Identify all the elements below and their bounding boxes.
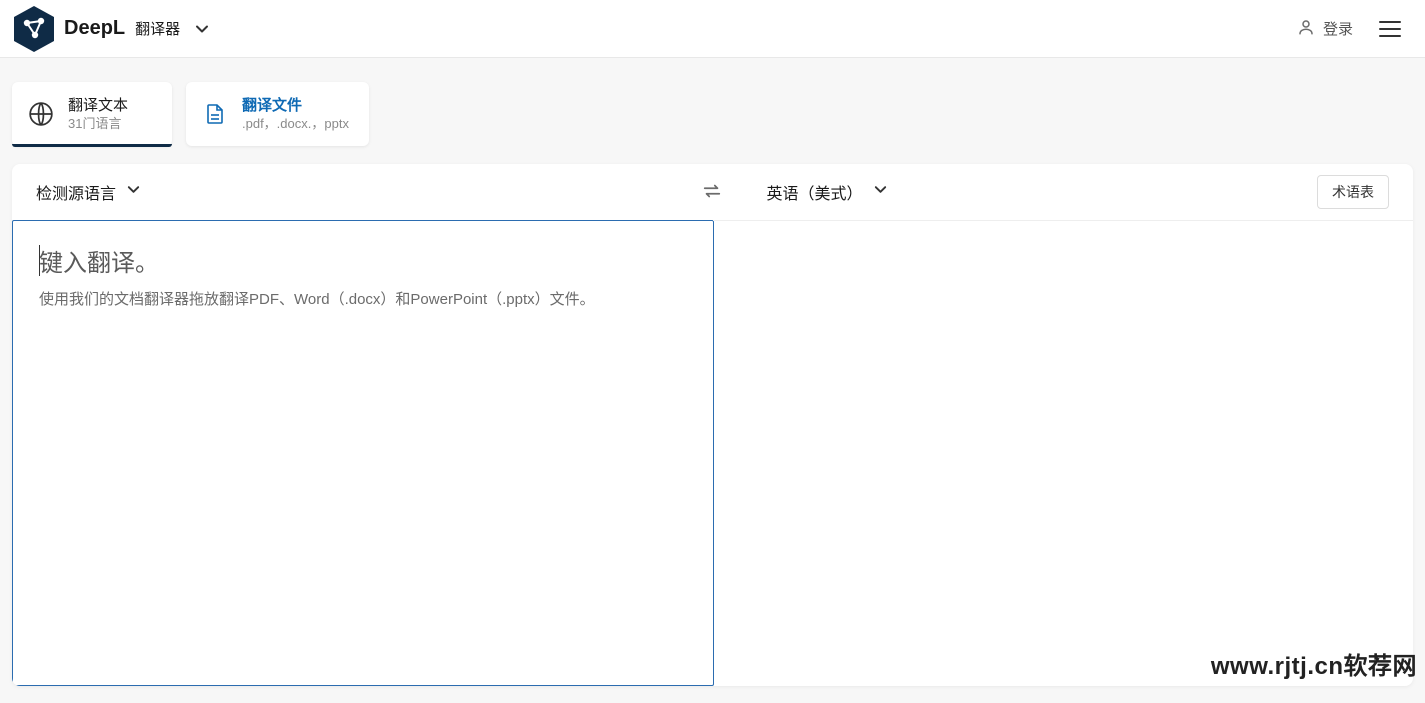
brand-name: DeepL [64,17,125,40]
tab-subtitle: .pdf，.docx.，pptx [242,116,349,133]
chevron-down-icon [194,21,210,37]
translator-panel: 检测源语言 英语（美式） [12,164,1413,686]
brand-subtitle: 翻译器 [135,18,180,39]
document-icon [202,101,228,127]
menu-button[interactable] [1375,17,1405,41]
chevron-down-icon [126,182,141,202]
target-lang-dropdown[interactable]: 英语（美式） [767,180,888,204]
target-text-output [713,220,1414,686]
target-lang-label: 英语（美式） [767,180,863,204]
login-label: 登录 [1323,18,1353,39]
source-text-input[interactable]: 键入翻译。 使用我们的文档翻译器拖放翻译PDF、Word（.docx）和Powe… [12,220,714,686]
tab-title: 翻译文件 [242,96,349,116]
tab-subtitle: 31门语言 [68,116,128,133]
source-placeholder-sub: 使用我们的文档翻译器拖放翻译PDF、Word（.docx）和PowerPoint… [39,288,687,312]
tab-translate-text[interactable]: 翻译文本 31门语言 [12,82,172,146]
login-button[interactable]: 登录 [1297,18,1353,40]
swap-languages-button[interactable] [701,180,725,204]
deepl-logo-icon [12,4,56,54]
glossary-button[interactable]: 术语表 [1317,175,1389,209]
text-areas: 键入翻译。 使用我们的文档翻译器拖放翻译PDF、Word（.docx）和Powe… [12,220,1413,686]
source-lang-label: 检测源语言 [36,180,116,204]
mode-tabs: 翻译文本 31门语言 翻译文件 .pdf，.docx.，pptx [0,58,1425,146]
translator-panel-wrap: 检测源语言 英语（美式） [0,146,1425,686]
language-bar: 检测源语言 英语（美式） [12,164,1413,220]
source-lang-dropdown[interactable]: 检测源语言 [36,180,141,204]
brand-dropdown[interactable]: DeepL 翻译器 [12,4,210,54]
tab-title: 翻译文本 [68,96,128,116]
source-placeholder-main: 键入翻译。 [39,243,687,278]
tab-translate-file[interactable]: 翻译文件 .pdf，.docx.，pptx [186,82,369,146]
app-header: DeepL 翻译器 登录 [0,0,1425,58]
header-right: 登录 [1297,17,1405,41]
user-icon [1297,18,1315,40]
globe-icon [28,101,54,127]
watermark-text: www.rjtj.cn软荐网 [1211,646,1417,681]
chevron-down-icon [873,182,888,202]
